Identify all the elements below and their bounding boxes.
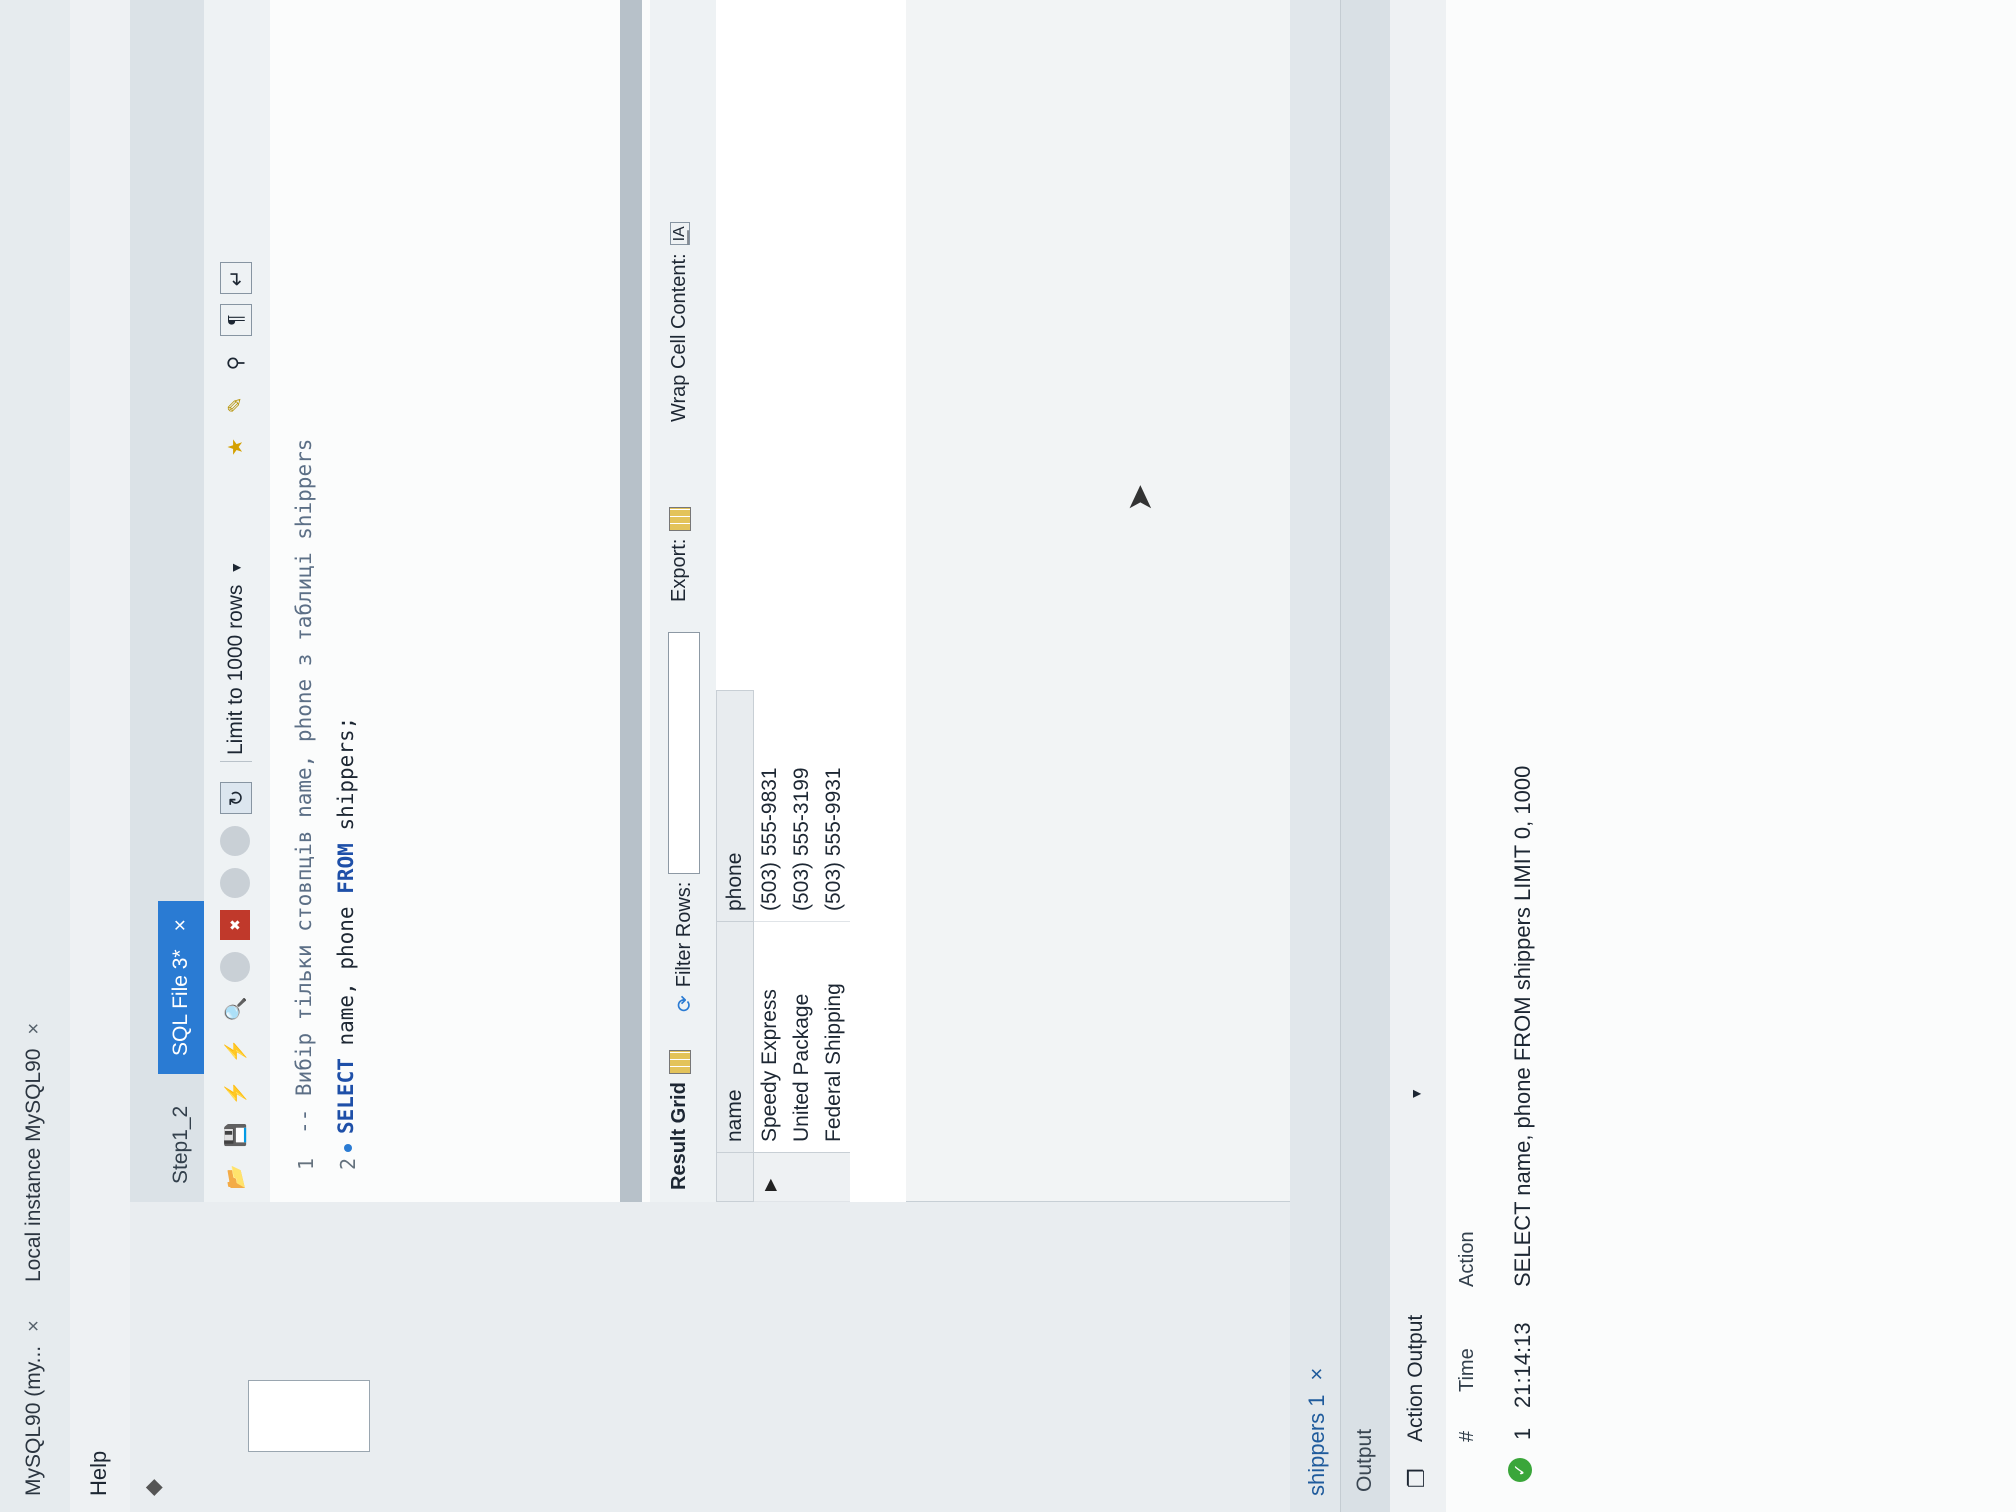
wrap-cell-content: Wrap Cell Content: I͟A bbox=[668, 222, 691, 422]
refresh-icon[interactable]: ⟳ bbox=[672, 995, 697, 1012]
search-icon[interactable]: ⚲ bbox=[220, 348, 250, 378]
output-row-time: 21:14:13 bbox=[1510, 1322, 1535, 1408]
output-panel-header: Output bbox=[1340, 0, 1391, 1512]
wrap-cell-icon[interactable]: I͟A bbox=[669, 222, 690, 246]
limit-rows-select[interactable]: Limit to 1000 rows ▼ bbox=[220, 554, 252, 762]
tab-label: SQL File 3* bbox=[169, 949, 192, 1056]
execute-icon[interactable]: ⚡ bbox=[220, 1078, 250, 1108]
result-toolbar: Result Grid ⟳ Filter Rows: Export: Wrap … bbox=[650, 0, 717, 1202]
row-selector[interactable] bbox=[818, 1152, 850, 1202]
explain-icon[interactable]: 🔍 bbox=[220, 994, 250, 1024]
save-icon[interactable]: 💾 bbox=[220, 1120, 250, 1150]
table-row[interactable]: ▶ Speedy Express (503) 555-9831 bbox=[753, 690, 786, 1202]
output-row-num: 1 bbox=[1510, 1427, 1535, 1440]
open-file-icon[interactable]: 📂 bbox=[220, 1162, 250, 1192]
editor-toolbar: 📂 💾 ⚡ ⚡ 🔍 ✖ ↻ Limit to 1000 rows ▼ ★ ✎ ⚲… bbox=[204, 0, 271, 1202]
navigator-search-input[interactable] bbox=[248, 1380, 370, 1452]
rollback-icon[interactable] bbox=[220, 826, 250, 856]
mouse-cursor-icon: ➤ bbox=[1121, 483, 1159, 513]
invisible-chars-icon[interactable]: ¶ bbox=[220, 304, 252, 336]
file-tab-strip: Step1_2 SQL File 3* × bbox=[130, 0, 207, 1202]
code-line-comment: -- Вибір тільки стовпців name, phone з т… bbox=[292, 438, 316, 1134]
output-type-value: Action Output bbox=[1404, 1314, 1427, 1442]
commit-icon[interactable] bbox=[220, 868, 250, 898]
cell-phone[interactable]: (503) 555-9831 bbox=[753, 690, 786, 922]
close-icon[interactable]: × bbox=[169, 919, 193, 931]
close-icon[interactable]: × bbox=[1304, 1368, 1330, 1381]
app-tab-connection[interactable]: MySQL90 (my... × bbox=[14, 1320, 54, 1496]
export-label: Export: bbox=[668, 538, 690, 602]
export-icon[interactable] bbox=[668, 506, 691, 531]
toggle-error-icon[interactable]: ✖ bbox=[220, 910, 250, 940]
result-tab-shippers-1[interactable]: shippers 1 × bbox=[1304, 1368, 1330, 1496]
table-row[interactable]: United Package (503) 555-3199 bbox=[786, 690, 818, 1202]
chevron-down-icon: ▼ bbox=[1408, 1086, 1424, 1101]
workbench-window: MySQL90 (my... × Local instance MySQL90 … bbox=[0, 0, 2016, 1512]
wrap-lines-icon[interactable]: ↵ bbox=[220, 262, 252, 294]
filter-rows-input[interactable] bbox=[668, 631, 700, 874]
cell-name[interactable]: Speedy Express bbox=[753, 921, 786, 1153]
autocommit-icon[interactable]: ↻ bbox=[220, 782, 252, 814]
sql-keyword: FROM bbox=[334, 843, 358, 894]
column-header-phone[interactable]: phone bbox=[716, 690, 754, 922]
result-grid-tab[interactable]: Result Grid bbox=[668, 1050, 691, 1190]
cell-phone[interactable]: (503) 555-3199 bbox=[786, 690, 818, 922]
result-tab-label: shippers 1 bbox=[1304, 1394, 1329, 1496]
current-row-icon: ▶ bbox=[753, 1152, 786, 1202]
output-toolbar: ❐ Action Output ▼ bbox=[1390, 0, 1446, 1512]
app-tab-local-instance[interactable]: Local instance MySQL90 × bbox=[14, 1023, 54, 1282]
result-grid: name phone ▶ Speedy Express (503) 555-98… bbox=[716, 0, 906, 1202]
sql-editor[interactable]: 1 -- Вибір тільки стовпців name, phone з… bbox=[270, 0, 650, 1202]
col-header-action: Action bbox=[1456, 1231, 1478, 1287]
beautify-icon[interactable]: ★ bbox=[220, 432, 250, 462]
expand-icon[interactable]: ◆ bbox=[140, 1479, 166, 1496]
line-number: 2 bbox=[336, 1158, 360, 1171]
export: Export: bbox=[668, 506, 691, 602]
cell-name[interactable]: United Package bbox=[786, 921, 818, 1153]
sql-text: name, phone bbox=[334, 893, 358, 1059]
app-tab-strip: MySQL90 (my... × Local instance MySQL90 … bbox=[0, 0, 71, 1512]
wrap-cell-label: Wrap Cell Content: bbox=[668, 253, 690, 422]
column-header-name[interactable]: name bbox=[716, 921, 754, 1153]
grid-icon bbox=[668, 1050, 691, 1075]
tab-label: Step1_2 bbox=[169, 1105, 192, 1184]
close-icon[interactable]: × bbox=[23, 1023, 46, 1035]
row-selector[interactable] bbox=[786, 1152, 818, 1202]
success-icon: ✓ bbox=[1508, 1458, 1532, 1482]
close-icon[interactable]: × bbox=[23, 1320, 46, 1332]
code-line-select: SELECT name, phone FROM shippers; bbox=[334, 717, 358, 1134]
find-icon[interactable]: ✎ bbox=[220, 390, 250, 420]
filter-rows-label: Filter Rows: bbox=[672, 881, 695, 988]
tab-sql-file-3[interactable]: SQL File 3* × bbox=[158, 901, 204, 1074]
result-table: name phone ▶ Speedy Express (503) 555-98… bbox=[716, 690, 850, 1202]
col-header-num: # bbox=[1456, 1430, 1478, 1442]
result-grid-label: Result Grid bbox=[668, 1082, 690, 1190]
table-header-row: name phone bbox=[716, 690, 754, 1202]
table-row[interactable]: Federal Shipping (503) 555-9931 bbox=[818, 690, 850, 1202]
action-output-grid: # Time Action ✓ 1 21:14:13 SELECT name, … bbox=[1446, 0, 2016, 1512]
line-number: 1 bbox=[294, 1158, 318, 1171]
sql-keyword: SELECT bbox=[334, 1058, 358, 1134]
col-header-time: Time bbox=[1456, 1348, 1478, 1392]
cell-name[interactable]: Federal Shipping bbox=[818, 921, 850, 1153]
menu-bar: Help bbox=[70, 0, 130, 1512]
row-selector-header bbox=[716, 1152, 754, 1202]
cell-phone[interactable]: (503) 555-9931 bbox=[818, 690, 850, 922]
output-title: Output bbox=[1353, 1428, 1376, 1492]
sql-text: shippers; bbox=[334, 716, 358, 844]
filter-rows: ⟳ Filter Rows: bbox=[668, 631, 700, 1012]
output-row-action[interactable]: SELECT name, phone FROM shippers LIMIT 0… bbox=[1510, 766, 1536, 1287]
statement-marker bbox=[344, 1144, 352, 1152]
output-type-select[interactable]: Action Output ▼ bbox=[1404, 1087, 1428, 1442]
chevron-down-icon: ▼ bbox=[228, 560, 244, 575]
execute-current-icon[interactable]: ⚡ bbox=[220, 1036, 250, 1066]
tab-step1-2[interactable]: Step1_2 bbox=[158, 1088, 204, 1202]
menu-help[interactable]: Help bbox=[86, 1451, 112, 1496]
limit-rows-value: Limit to 1000 rows bbox=[224, 584, 247, 755]
panel-splitter[interactable] bbox=[620, 0, 642, 1202]
copy-icon[interactable]: ❐ bbox=[1404, 1468, 1430, 1488]
stop-icon[interactable] bbox=[220, 952, 250, 982]
app-tab-label: MySQL90 (my... bbox=[22, 1345, 45, 1496]
app-tab-label: Local instance MySQL90 bbox=[22, 1048, 45, 1282]
